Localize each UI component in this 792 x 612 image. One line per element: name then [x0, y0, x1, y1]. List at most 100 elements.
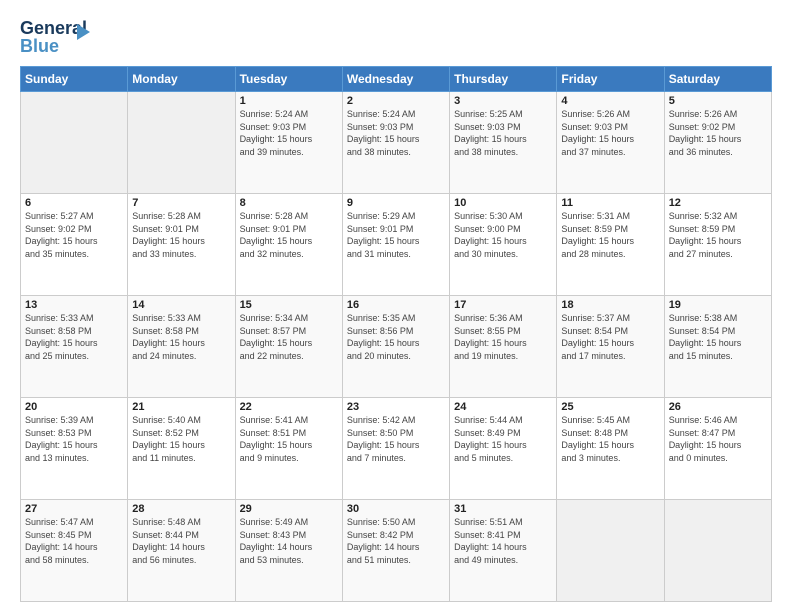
day-info: Sunrise: 5:26 AM Sunset: 9:02 PM Dayligh…	[669, 108, 767, 158]
calendar-cell: 17Sunrise: 5:36 AM Sunset: 8:55 PM Dayli…	[450, 296, 557, 398]
calendar-header-row: SundayMondayTuesdayWednesdayThursdayFrid…	[21, 67, 772, 92]
day-info: Sunrise: 5:25 AM Sunset: 9:03 PM Dayligh…	[454, 108, 552, 158]
day-number: 21	[132, 401, 230, 413]
day-number: 16	[347, 299, 445, 311]
day-info: Sunrise: 5:40 AM Sunset: 8:52 PM Dayligh…	[132, 414, 230, 464]
calendar-cell: 5Sunrise: 5:26 AM Sunset: 9:02 PM Daylig…	[664, 92, 771, 194]
calendar-week-row: 6Sunrise: 5:27 AM Sunset: 9:02 PM Daylig…	[21, 194, 772, 296]
calendar-cell: 7Sunrise: 5:28 AM Sunset: 9:01 PM Daylig…	[128, 194, 235, 296]
calendar-cell: 22Sunrise: 5:41 AM Sunset: 8:51 PM Dayli…	[235, 398, 342, 500]
logo: GeneralBlue	[20, 16, 100, 58]
calendar-cell: 18Sunrise: 5:37 AM Sunset: 8:54 PM Dayli…	[557, 296, 664, 398]
day-number: 14	[132, 299, 230, 311]
day-info: Sunrise: 5:46 AM Sunset: 8:47 PM Dayligh…	[669, 414, 767, 464]
day-info: Sunrise: 5:37 AM Sunset: 8:54 PM Dayligh…	[561, 312, 659, 362]
day-info: Sunrise: 5:34 AM Sunset: 8:57 PM Dayligh…	[240, 312, 338, 362]
day-info: Sunrise: 5:39 AM Sunset: 8:53 PM Dayligh…	[25, 414, 123, 464]
calendar-week-row: 27Sunrise: 5:47 AM Sunset: 8:45 PM Dayli…	[21, 500, 772, 602]
day-info: Sunrise: 5:32 AM Sunset: 8:59 PM Dayligh…	[669, 210, 767, 260]
calendar-table: SundayMondayTuesdayWednesdayThursdayFrid…	[20, 66, 772, 602]
day-number: 24	[454, 401, 552, 413]
calendar-cell: 1Sunrise: 5:24 AM Sunset: 9:03 PM Daylig…	[235, 92, 342, 194]
day-number: 3	[454, 95, 552, 107]
day-info: Sunrise: 5:50 AM Sunset: 8:42 PM Dayligh…	[347, 516, 445, 566]
column-header-sunday: Sunday	[21, 67, 128, 92]
day-info: Sunrise: 5:30 AM Sunset: 9:00 PM Dayligh…	[454, 210, 552, 260]
day-info: Sunrise: 5:48 AM Sunset: 8:44 PM Dayligh…	[132, 516, 230, 566]
calendar-cell: 23Sunrise: 5:42 AM Sunset: 8:50 PM Dayli…	[342, 398, 449, 500]
day-number: 12	[669, 197, 767, 209]
day-info: Sunrise: 5:33 AM Sunset: 8:58 PM Dayligh…	[25, 312, 123, 362]
day-number: 13	[25, 299, 123, 311]
day-info: Sunrise: 5:45 AM Sunset: 8:48 PM Dayligh…	[561, 414, 659, 464]
calendar-cell: 29Sunrise: 5:49 AM Sunset: 8:43 PM Dayli…	[235, 500, 342, 602]
calendar-week-row: 20Sunrise: 5:39 AM Sunset: 8:53 PM Dayli…	[21, 398, 772, 500]
logo-svg: GeneralBlue	[20, 16, 100, 58]
calendar-cell: 2Sunrise: 5:24 AM Sunset: 9:03 PM Daylig…	[342, 92, 449, 194]
day-info: Sunrise: 5:31 AM Sunset: 8:59 PM Dayligh…	[561, 210, 659, 260]
day-info: Sunrise: 5:36 AM Sunset: 8:55 PM Dayligh…	[454, 312, 552, 362]
day-info: Sunrise: 5:33 AM Sunset: 8:58 PM Dayligh…	[132, 312, 230, 362]
column-header-friday: Friday	[557, 67, 664, 92]
day-number: 29	[240, 503, 338, 515]
day-info: Sunrise: 5:28 AM Sunset: 9:01 PM Dayligh…	[132, 210, 230, 260]
svg-text:Blue: Blue	[20, 36, 59, 56]
day-number: 6	[25, 197, 123, 209]
day-number: 18	[561, 299, 659, 311]
day-info: Sunrise: 5:28 AM Sunset: 9:01 PM Dayligh…	[240, 210, 338, 260]
day-number: 2	[347, 95, 445, 107]
calendar-cell: 19Sunrise: 5:38 AM Sunset: 8:54 PM Dayli…	[664, 296, 771, 398]
calendar-cell: 20Sunrise: 5:39 AM Sunset: 8:53 PM Dayli…	[21, 398, 128, 500]
column-header-thursday: Thursday	[450, 67, 557, 92]
day-info: Sunrise: 5:26 AM Sunset: 9:03 PM Dayligh…	[561, 108, 659, 158]
day-number: 10	[454, 197, 552, 209]
calendar-cell: 31Sunrise: 5:51 AM Sunset: 8:41 PM Dayli…	[450, 500, 557, 602]
column-header-wednesday: Wednesday	[342, 67, 449, 92]
calendar-cell: 3Sunrise: 5:25 AM Sunset: 9:03 PM Daylig…	[450, 92, 557, 194]
calendar-cell	[128, 92, 235, 194]
day-number: 7	[132, 197, 230, 209]
calendar-cell: 25Sunrise: 5:45 AM Sunset: 8:48 PM Dayli…	[557, 398, 664, 500]
calendar-cell: 10Sunrise: 5:30 AM Sunset: 9:00 PM Dayli…	[450, 194, 557, 296]
calendar-cell: 6Sunrise: 5:27 AM Sunset: 9:02 PM Daylig…	[21, 194, 128, 296]
calendar-cell: 13Sunrise: 5:33 AM Sunset: 8:58 PM Dayli…	[21, 296, 128, 398]
day-info: Sunrise: 5:24 AM Sunset: 9:03 PM Dayligh…	[240, 108, 338, 158]
day-info: Sunrise: 5:51 AM Sunset: 8:41 PM Dayligh…	[454, 516, 552, 566]
day-number: 25	[561, 401, 659, 413]
day-number: 30	[347, 503, 445, 515]
day-number: 22	[240, 401, 338, 413]
calendar-cell: 21Sunrise: 5:40 AM Sunset: 8:52 PM Dayli…	[128, 398, 235, 500]
day-number: 15	[240, 299, 338, 311]
day-info: Sunrise: 5:29 AM Sunset: 9:01 PM Dayligh…	[347, 210, 445, 260]
column-header-monday: Monday	[128, 67, 235, 92]
calendar-week-row: 1Sunrise: 5:24 AM Sunset: 9:03 PM Daylig…	[21, 92, 772, 194]
day-info: Sunrise: 5:38 AM Sunset: 8:54 PM Dayligh…	[669, 312, 767, 362]
day-info: Sunrise: 5:49 AM Sunset: 8:43 PM Dayligh…	[240, 516, 338, 566]
page: GeneralBlue SundayMondayTuesdayWednesday…	[0, 0, 792, 612]
calendar-cell: 11Sunrise: 5:31 AM Sunset: 8:59 PM Dayli…	[557, 194, 664, 296]
day-info: Sunrise: 5:35 AM Sunset: 8:56 PM Dayligh…	[347, 312, 445, 362]
calendar-cell: 12Sunrise: 5:32 AM Sunset: 8:59 PM Dayli…	[664, 194, 771, 296]
day-number: 4	[561, 95, 659, 107]
day-info: Sunrise: 5:27 AM Sunset: 9:02 PM Dayligh…	[25, 210, 123, 260]
day-number: 11	[561, 197, 659, 209]
calendar-cell: 24Sunrise: 5:44 AM Sunset: 8:49 PM Dayli…	[450, 398, 557, 500]
calendar-cell: 27Sunrise: 5:47 AM Sunset: 8:45 PM Dayli…	[21, 500, 128, 602]
calendar-cell: 14Sunrise: 5:33 AM Sunset: 8:58 PM Dayli…	[128, 296, 235, 398]
column-header-saturday: Saturday	[664, 67, 771, 92]
calendar-cell: 15Sunrise: 5:34 AM Sunset: 8:57 PM Dayli…	[235, 296, 342, 398]
day-number: 20	[25, 401, 123, 413]
calendar-cell: 26Sunrise: 5:46 AM Sunset: 8:47 PM Dayli…	[664, 398, 771, 500]
day-info: Sunrise: 5:41 AM Sunset: 8:51 PM Dayligh…	[240, 414, 338, 464]
day-number: 28	[132, 503, 230, 515]
day-info: Sunrise: 5:42 AM Sunset: 8:50 PM Dayligh…	[347, 414, 445, 464]
calendar-cell: 9Sunrise: 5:29 AM Sunset: 9:01 PM Daylig…	[342, 194, 449, 296]
calendar-cell	[557, 500, 664, 602]
svg-text:General: General	[20, 18, 87, 38]
calendar-cell: 8Sunrise: 5:28 AM Sunset: 9:01 PM Daylig…	[235, 194, 342, 296]
day-number: 31	[454, 503, 552, 515]
column-header-tuesday: Tuesday	[235, 67, 342, 92]
calendar-cell	[664, 500, 771, 602]
calendar-cell: 30Sunrise: 5:50 AM Sunset: 8:42 PM Dayli…	[342, 500, 449, 602]
day-info: Sunrise: 5:24 AM Sunset: 9:03 PM Dayligh…	[347, 108, 445, 158]
